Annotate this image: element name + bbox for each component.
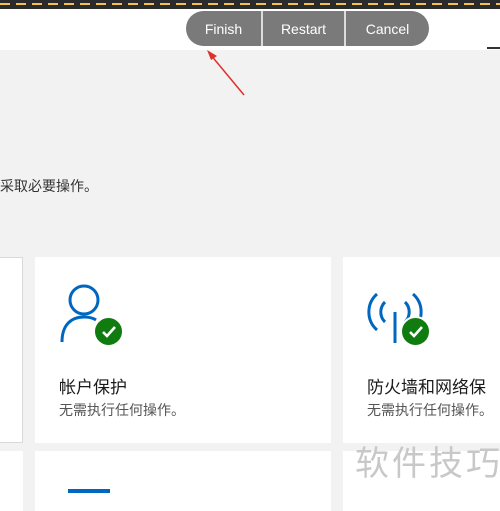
card-icon-partial <box>68 489 110 493</box>
restart-button[interactable]: Restart <box>263 11 346 46</box>
finish-button[interactable]: Finish <box>186 11 263 46</box>
check-icon <box>408 325 423 338</box>
card-firewall-network[interactable]: 防火墙和网络保 无需执行任何操作。 <box>343 257 500 443</box>
annotation-arrow-icon <box>207 50 245 96</box>
top-strip-dash <box>0 3 500 5</box>
card-title: 防火墙和网络保 <box>367 378 486 398</box>
status-badge <box>93 316 124 347</box>
card-bottom-middle[interactable] <box>35 451 331 511</box>
status-badge <box>400 316 431 347</box>
card-account-protection[interactable]: 帐户保护 无需执行任何操作。 <box>35 257 331 443</box>
card-status: 无需执行任何操作。 <box>367 403 493 419</box>
card-partial-left-bottom[interactable] <box>0 451 23 511</box>
card-title: 帐户保护 <box>59 378 127 398</box>
card-status: 无需执行任何操作。 <box>59 403 185 419</box>
cancel-button[interactable]: Cancel <box>346 11 429 46</box>
watermark-text: 软件技巧 <box>355 444 500 484</box>
minimize-icon[interactable] <box>487 47 500 49</box>
card-partial-left[interactable] <box>0 257 23 443</box>
top-strip <box>0 0 500 9</box>
intro-text: 采取必要操作。 <box>0 179 98 195</box>
capture-toolbar: Finish Restart Cancel <box>186 11 429 46</box>
check-icon <box>101 325 116 338</box>
